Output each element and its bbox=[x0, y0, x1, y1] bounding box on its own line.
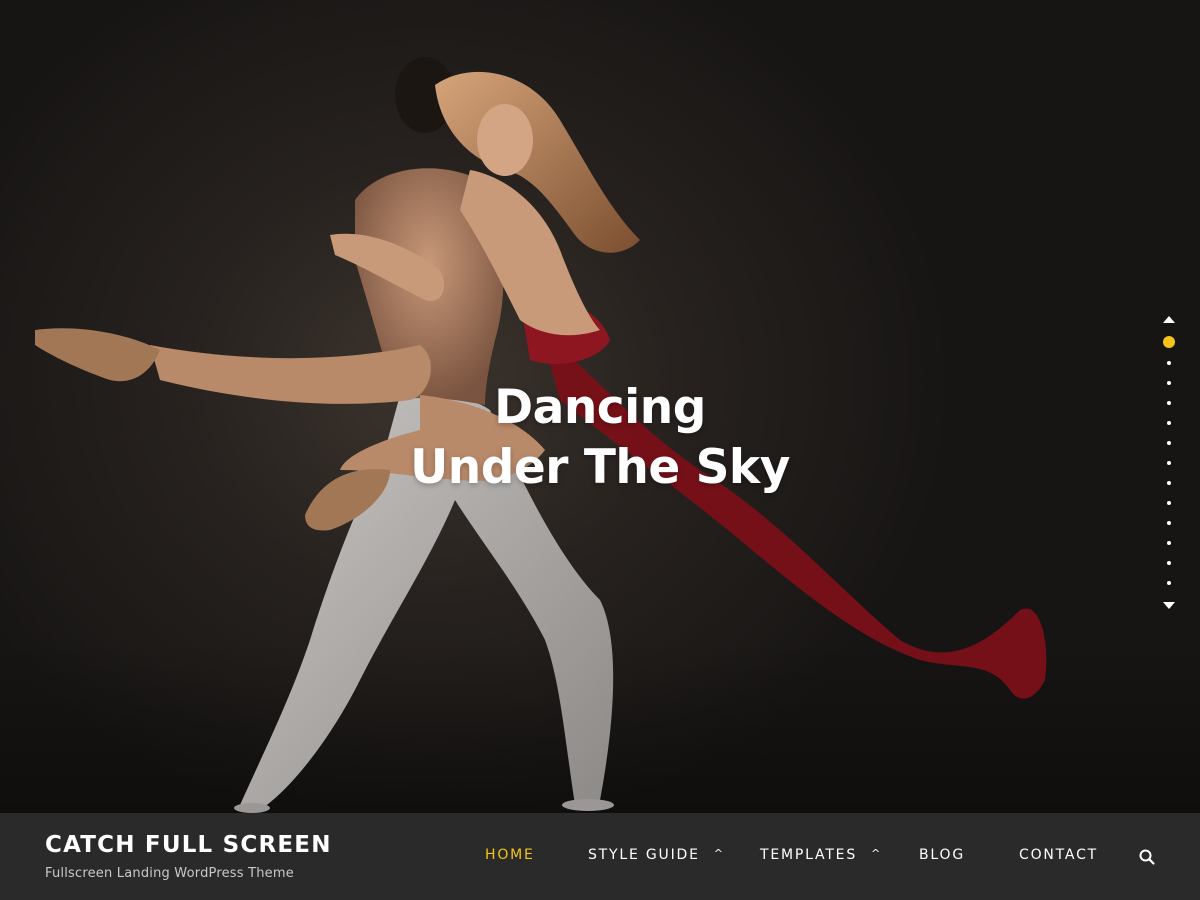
slide-dot-5[interactable] bbox=[1167, 421, 1171, 425]
hero-title-line-2: Under The Sky bbox=[410, 440, 790, 495]
search-button[interactable] bbox=[1138, 848, 1156, 866]
nav-item-style-guide[interactable]: STYLE GUIDE ^ bbox=[588, 847, 723, 863]
triangle-down-icon[interactable] bbox=[1163, 602, 1175, 609]
slide-dot-11[interactable] bbox=[1167, 541, 1171, 545]
slide-dot-1[interactable] bbox=[1163, 336, 1175, 348]
nav-item-label: HOME bbox=[485, 847, 535, 863]
slide-dot-10[interactable] bbox=[1167, 521, 1171, 525]
slide-dot-4[interactable] bbox=[1167, 401, 1171, 405]
triangle-up-icon[interactable] bbox=[1163, 316, 1175, 323]
slide-dot-7[interactable] bbox=[1167, 461, 1171, 465]
search-icon bbox=[1139, 849, 1155, 865]
nav-item-label: STYLE GUIDE bbox=[588, 847, 700, 863]
hero-section: Dancing Under The Sky bbox=[0, 0, 1200, 813]
slide-dot-6[interactable] bbox=[1167, 441, 1171, 445]
slide-dot-3[interactable] bbox=[1167, 381, 1171, 385]
site-header: CATCH FULL SCREEN Fullscreen Landing Wor… bbox=[0, 813, 1200, 900]
nav-item-home[interactable]: HOME bbox=[485, 847, 535, 863]
chevron-up-icon[interactable]: ^ bbox=[871, 847, 880, 860]
slide-pager bbox=[1158, 312, 1180, 612]
nav-item-blog[interactable]: BLOG bbox=[919, 847, 965, 863]
slide-dot-13[interactable] bbox=[1167, 581, 1171, 585]
slide-dot-9[interactable] bbox=[1167, 501, 1171, 505]
hero-title-line-1: Dancing bbox=[494, 380, 706, 435]
nav-item-label: CONTACT bbox=[1019, 847, 1098, 863]
nav-item-templates[interactable]: TEMPLATES ^ bbox=[760, 847, 880, 863]
site-title[interactable]: CATCH FULL SCREEN bbox=[45, 832, 332, 858]
chevron-up-icon[interactable]: ^ bbox=[714, 847, 723, 860]
hero-title: Dancing Under The Sky bbox=[0, 378, 1200, 498]
nav-item-contact[interactable]: CONTACT bbox=[1019, 847, 1098, 863]
slide-dot-8[interactable] bbox=[1167, 481, 1171, 485]
page: Dancing Under The Sky CATCH FULL SCREEN … bbox=[0, 0, 1200, 900]
nav-item-label: TEMPLATES bbox=[760, 847, 858, 863]
slide-dot-12[interactable] bbox=[1167, 561, 1171, 565]
slide-dot-2[interactable] bbox=[1167, 361, 1171, 365]
site-tagline: Fullscreen Landing WordPress Theme bbox=[45, 866, 294, 881]
nav-item-label: BLOG bbox=[919, 847, 965, 863]
